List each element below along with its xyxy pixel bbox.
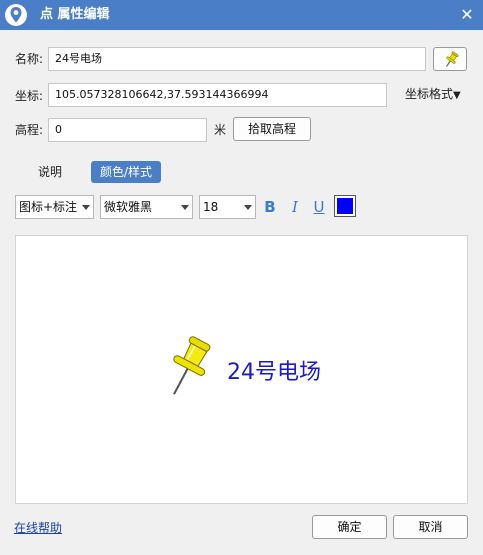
font-name-select[interactable]: 微软雅黑 [100, 195, 193, 219]
pick-elevation-button[interactable]: 拾取高程 [233, 117, 311, 141]
underline-button[interactable]: U [310, 197, 328, 217]
font-name-value: 微软雅黑 [104, 200, 153, 214]
pushpin-icon [445, 51, 459, 67]
preview-panel: 24号电场 [15, 235, 468, 504]
close-icon[interactable]: ✕ [457, 5, 477, 25]
display-mode-select[interactable]: 图标+标注 [15, 195, 94, 219]
italic-button[interactable]: I [286, 197, 304, 217]
pick-location-button[interactable] [433, 47, 467, 71]
window-title: 点 属性编辑 [40, 7, 110, 22]
coord-format-dropdown[interactable]: 坐标格式▼ [405, 84, 461, 106]
online-help-link[interactable]: 在线帮助 [14, 518, 62, 538]
display-mode-value: 图标+标注 [19, 200, 78, 214]
text-color-picker[interactable] [334, 195, 356, 217]
bold-button[interactable]: B [261, 197, 279, 217]
chevron-down-icon: ▼ [453, 90, 461, 101]
chevron-down-icon [181, 205, 189, 210]
name-input[interactable]: 24号电场 [48, 47, 426, 71]
elevation-input[interactable]: 0 [48, 118, 207, 142]
pushpin-icon [173, 336, 211, 395]
tab-description[interactable]: 说明 [28, 161, 72, 183]
map-pin-icon [5, 4, 27, 26]
cancel-button[interactable]: 取消 [393, 515, 468, 539]
elevation-label: 高程: [15, 123, 44, 137]
elevation-unit: 米 [214, 123, 227, 137]
font-size-value: 18 [203, 200, 219, 214]
chevron-down-icon [82, 205, 90, 210]
coord-label: 坐标: [15, 89, 44, 103]
chevron-down-icon [244, 205, 252, 210]
coord-format-label: 坐标格式 [405, 87, 454, 101]
tab-color-style[interactable]: 颜色/样式 [91, 161, 161, 183]
ok-button[interactable]: 确定 [312, 515, 387, 539]
preview-label: 24号电场 [227, 360, 321, 385]
name-label: 名称: [15, 52, 44, 66]
coord-input[interactable]: 105.057328106642,37.593144366994 [48, 83, 387, 107]
title-bar: 点 属性编辑 ✕ [0, 0, 483, 30]
color-swatch [337, 198, 353, 214]
font-size-select[interactable]: 18 [199, 195, 256, 219]
